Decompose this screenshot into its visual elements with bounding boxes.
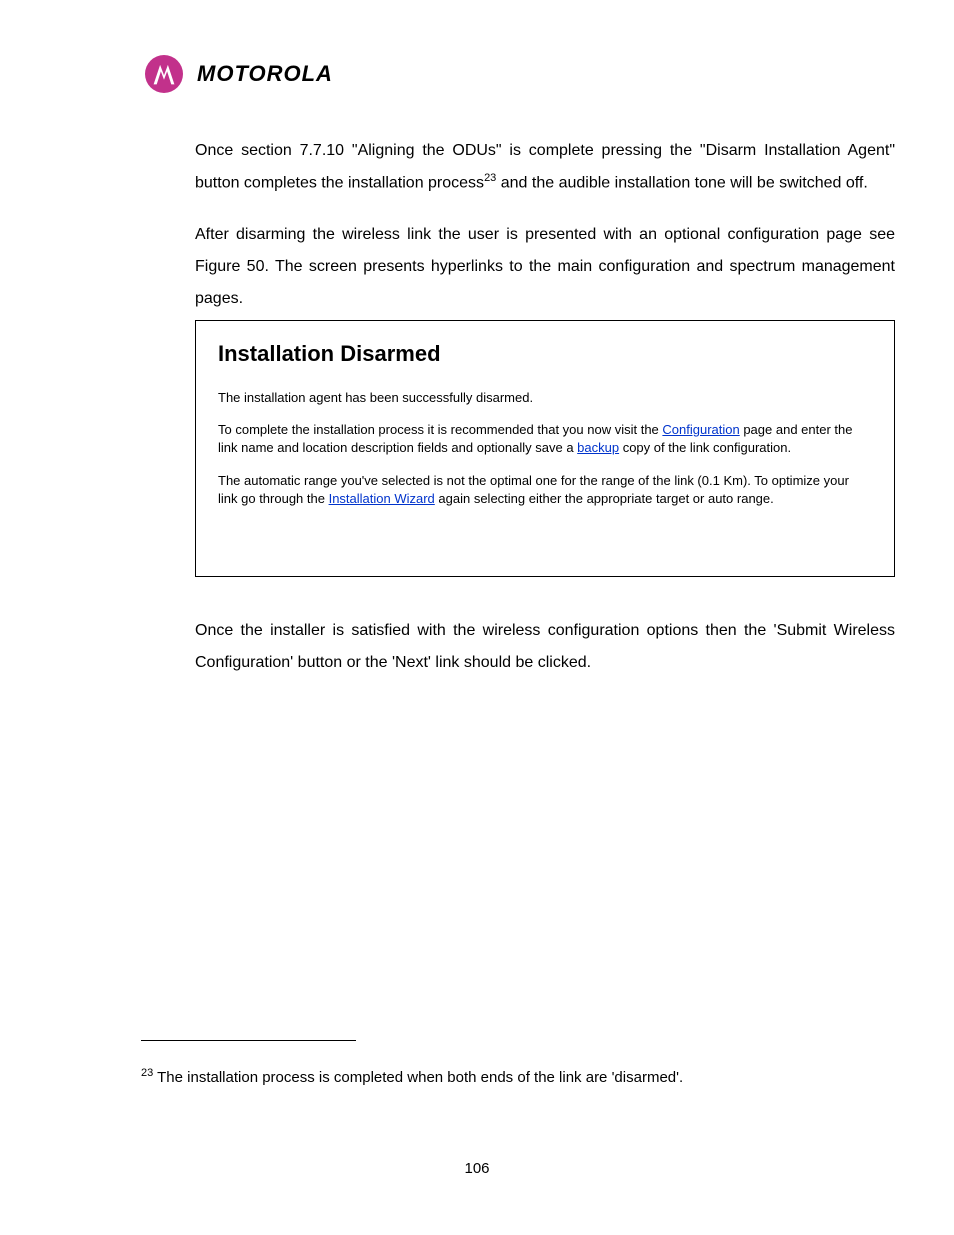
figure-title: Installation Disarmed — [218, 341, 872, 367]
brand-wordmark: MOTOROLA — [197, 61, 333, 87]
figure-p2-c: copy of the link configuration. — [619, 440, 791, 455]
figure-p2-a: To complete the installation process it … — [218, 422, 662, 437]
installation-wizard-link[interactable]: Installation Wizard — [329, 491, 435, 506]
figure-paragraph-2: To complete the installation process it … — [218, 421, 872, 457]
paragraph-2: After disarming the wireless link the us… — [195, 219, 895, 315]
body-content: Once section 7.7.10 "Aligning the ODUs" … — [195, 135, 895, 335]
footnote-text: The installation process is completed wh… — [153, 1069, 683, 1086]
brand-header: MOTOROLA — [145, 55, 333, 93]
motorola-batwing-icon — [145, 55, 183, 93]
page-number: 106 — [0, 1160, 954, 1177]
figure-p3-b: again selecting either the appropriate t… — [435, 491, 774, 506]
paragraph-1: Once section 7.7.10 "Aligning the ODUs" … — [195, 135, 895, 199]
footnote-23: 23 The installation process is completed… — [141, 1065, 886, 1090]
paragraph-after-figure: Once the installer is satisfied with the… — [195, 615, 895, 679]
paragraph-1-text-b: and the audible installation tone will b… — [496, 174, 868, 191]
figure-installation-disarmed: Installation Disarmed The installation a… — [195, 320, 895, 577]
footnote-separator — [141, 1040, 356, 1041]
figure-paragraph-3: The automatic range you've selected is n… — [218, 472, 872, 508]
configuration-link[interactable]: Configuration — [662, 422, 739, 437]
after-figure-content: Once the installer is satisfied with the… — [195, 615, 895, 679]
footnote-number: 23 — [141, 1067, 153, 1079]
backup-link[interactable]: backup — [577, 440, 619, 455]
figure-paragraph-1: The installation agent has been successf… — [218, 389, 872, 407]
footnote-ref-23: 23 — [484, 172, 496, 184]
